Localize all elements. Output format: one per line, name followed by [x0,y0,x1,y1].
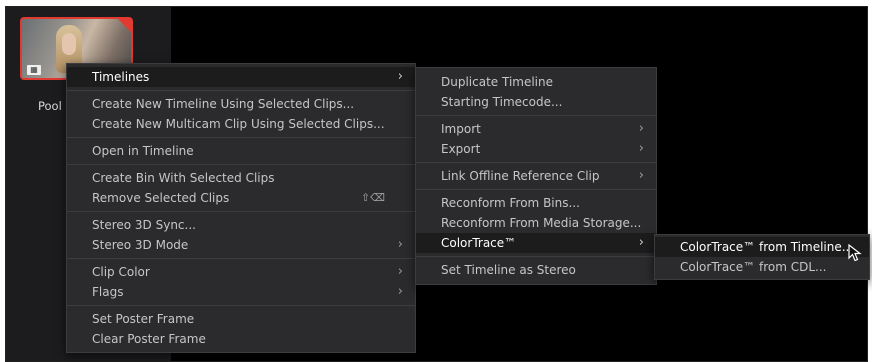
menu-item-label: Flags [92,285,124,299]
menu-item-label: Create New Multicam Clip Using Selected … [92,117,385,131]
menu-item-stereo-3d-sync[interactable]: Stereo 3D Sync... [67,215,415,235]
colortrace-submenu: ColorTrace™ from Timeline... ColorTrace™ … [654,234,870,280]
menu-item-label: Set Poster Frame [92,312,195,326]
context-menu: Timelines › Create New Timeline Using Sele… [66,63,416,353]
menu-item-set-timeline-as-stereo[interactable]: Set Timeline as Stereo [416,260,656,280]
menu-item-reconform-from-bins[interactable]: Reconform From Bins... [416,193,656,213]
chevron-right-icon: › [638,235,644,250]
menu-item-label: Reconform From Bins... [441,196,580,210]
menu-item-duplicate-timeline[interactable]: Duplicate Timeline [416,72,656,92]
thumbnail-subject-face [62,33,76,55]
timelines-submenu: Duplicate Timeline Starting Timecode... Im… [415,67,657,285]
menu-separator [416,115,656,116]
menu-item-label: Import [441,122,481,136]
menu-separator [67,137,415,138]
clip-type-icon: ▦ [27,65,41,75]
menu-item-label: Open in Timeline [92,144,194,158]
menu-separator [67,305,415,306]
menu-item-open-in-timeline[interactable]: Open in Timeline [67,141,415,161]
chevron-right-icon: › [397,264,403,279]
menu-separator [67,258,415,259]
menu-item-create-bin-with-selected-clips[interactable]: Create Bin With Selected Clips [67,168,415,188]
menu-item-label: Clip Color [92,265,150,279]
menu-item-label: Set Timeline as Stereo [441,263,576,277]
menu-item-label: Stereo 3D Sync... [92,218,196,232]
menu-item-label: Clear Poster Frame [92,332,206,346]
menu-item-export[interactable]: Export › [416,139,656,159]
menu-item-label: Export [441,142,481,156]
menu-item-label: ColorTrace™ from Timeline... [680,240,854,254]
menu-item-label: Starting Timecode... [441,95,563,109]
menu-item-colortrace[interactable]: ColorTrace™ › [416,233,656,253]
selection-corner-icon [118,19,131,32]
menu-item-label: Stereo 3D Mode [92,238,189,252]
menu-item-create-new-timeline-using-selected-clips[interactable]: Create New Timeline Using Selected Clips… [67,94,415,114]
shortcut-hint: ⇧⌫ [361,192,385,204]
menu-item-label: Create New Timeline Using Selected Clips… [92,97,355,111]
chevron-right-icon: › [638,168,644,183]
menu-item-clear-poster-frame[interactable]: Clear Poster Frame [67,329,415,349]
menu-item-label: Reconform From Media Storage... [441,216,642,230]
menu-item-colortrace-from-cdl[interactable]: ColorTrace™ from CDL... [655,257,869,277]
menu-item-colortrace-from-timeline[interactable]: ColorTrace™ from Timeline... [655,237,869,257]
menu-separator [416,162,656,163]
menu-item-import[interactable]: Import › [416,119,656,139]
chevron-right-icon: › [638,141,644,156]
menu-item-label: ColorTrace™ from CDL... [680,260,827,274]
chevron-right-icon: › [638,121,644,136]
menu-separator [67,211,415,212]
menu-item-label: Remove Selected Clips [92,191,230,205]
chevron-right-icon: › [397,284,403,299]
menu-item-label: ColorTrace™ [441,236,517,250]
menu-item-flags[interactable]: Flags › [67,282,415,302]
menu-item-stereo-3d-mode[interactable]: Stereo 3D Mode › [67,235,415,255]
menu-item-label: Duplicate Timeline [441,75,554,89]
chevron-right-icon: › [397,69,403,84]
menu-separator [416,189,656,190]
menu-item-clip-color[interactable]: Clip Color › [67,262,415,282]
menu-item-label: Create Bin With Selected Clips [92,171,275,185]
menu-separator [416,256,656,257]
menu-separator [67,164,415,165]
chevron-right-icon: › [397,237,403,252]
menu-item-link-offline-reference-clip[interactable]: Link Offline Reference Clip › [416,166,656,186]
menu-separator [67,90,415,91]
menu-item-label: Timelines [92,70,150,84]
menu-item-set-poster-frame[interactable]: Set Poster Frame [67,309,415,329]
menu-item-label: Link Offline Reference Clip [441,169,600,183]
menu-item-starting-timecode[interactable]: Starting Timecode... [416,92,656,112]
menu-item-create-new-multicam-clip-using-selected-clips[interactable]: Create New Multicam Clip Using Selected … [67,114,415,134]
menu-item-timelines[interactable]: Timelines › [67,67,415,87]
mouse-pointer-icon [848,244,862,262]
menu-item-reconform-from-media-storage[interactable]: Reconform From Media Storage... [416,213,656,233]
menu-item-remove-selected-clips[interactable]: Remove Selected Clips ⇧⌫ [67,188,415,208]
